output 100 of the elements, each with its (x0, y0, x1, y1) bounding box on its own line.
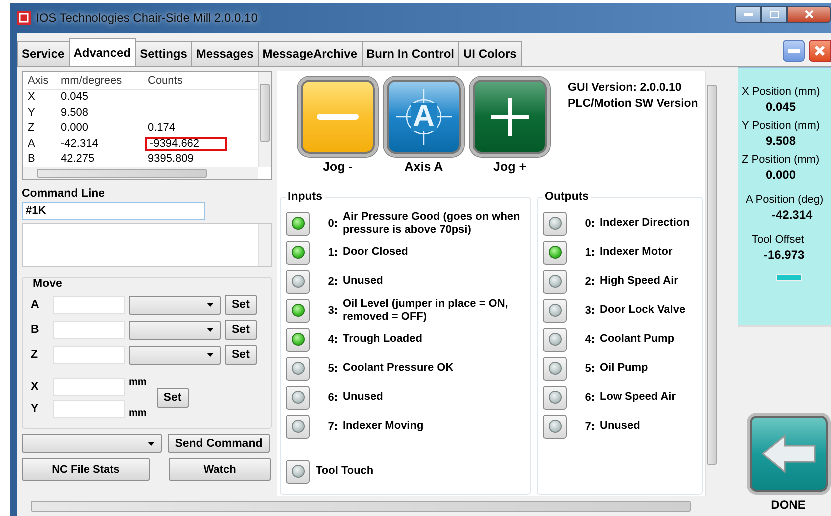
tab[interactable]: Advanced (68, 38, 136, 66)
group-title: Outputs (543, 191, 592, 203)
io-index: 3: (584, 304, 595, 316)
indicator-button[interactable] (543, 270, 567, 294)
indicator-button[interactable] (286, 356, 310, 380)
position-value: 0.000 (766, 168, 798, 182)
done-button[interactable] (746, 413, 830, 495)
io-label: Coolant Pressure OK (343, 362, 454, 375)
indicator-button[interactable] (286, 328, 310, 352)
dropdown[interactable] (129, 320, 221, 340)
io-label: Door Lock Valve (600, 304, 686, 317)
command-field[interactable]: #1K (22, 202, 205, 220)
set-button[interactable]: Set (225, 320, 257, 340)
indicator-button[interactable] (286, 386, 310, 410)
group-title: Inputs (286, 191, 324, 203)
io-label: Coolant Pump (600, 333, 675, 346)
input-field[interactable] (53, 296, 125, 314)
axis-label: B (31, 324, 40, 336)
minimize-button[interactable] (735, 6, 761, 23)
input-field[interactable] (53, 378, 125, 396)
axis-label: Y (31, 403, 40, 415)
app-icon (17, 11, 31, 25)
indicator-button[interactable] (286, 240, 310, 264)
unit-label: mm (129, 377, 147, 388)
input-field[interactable] (53, 321, 125, 339)
io-label: Door Closed (343, 246, 408, 259)
action-button[interactable]: NC File Stats (22, 458, 150, 481)
input-field[interactable] (53, 346, 125, 364)
arrow-icon (760, 434, 816, 474)
tab[interactable]: Settings (135, 41, 192, 66)
vertical-scrollbar[interactable] (258, 72, 271, 167)
io-label: Trough Loaded (343, 333, 422, 346)
maximize-button[interactable] (761, 6, 787, 23)
io-index: 2: (327, 276, 338, 288)
indicator-button[interactable] (543, 328, 567, 352)
position-value: 0.045 (766, 100, 798, 114)
axis-label: Z (31, 349, 40, 361)
tab[interactable]: Burn In Control (362, 41, 460, 66)
table-cell-text: 0.000 (60, 122, 90, 134)
position-label: A Position (deg) (746, 194, 825, 206)
io-label: Oil Level (jumper in place = ON, removed = OFF) (343, 298, 510, 324)
position-value: -16.973 (764, 248, 806, 262)
indicator-button[interactable] (286, 270, 310, 294)
jog-button[interactable]: A (384, 77, 464, 157)
table-cell-text: 9.508 (60, 106, 90, 119)
action-button[interactable]: Watch (169, 458, 271, 481)
position-value: 9.508 (766, 134, 798, 148)
field-label: Command Line (22, 188, 106, 200)
io-label: Unused (600, 420, 640, 433)
io-index: 7: (584, 420, 595, 432)
dropdown-arrow-icon (207, 303, 214, 307)
indicator-button[interactable] (543, 298, 567, 322)
tab[interactable]: UI Colors (458, 41, 522, 66)
io-label: Unused (343, 275, 384, 288)
command-dropdown[interactable] (22, 434, 162, 453)
position-label: Z Position (mm) (742, 154, 821, 166)
indicator-button[interactable] (286, 460, 310, 484)
io-label: Tool Touch (316, 465, 374, 478)
dropdown[interactable] (129, 346, 221, 364)
position-label: X Position (mm) (742, 86, 822, 98)
set-button[interactable]: Set (156, 388, 189, 408)
io-index: 1: (327, 246, 338, 258)
indicator-light (776, 274, 802, 281)
table-cell-text: 0.045 (60, 91, 90, 104)
indicator-button[interactable] (286, 212, 310, 236)
io-index: 6: (327, 392, 338, 404)
indicator-button[interactable] (543, 414, 567, 438)
jog-button[interactable] (470, 77, 550, 157)
indicator-button[interactable] (543, 356, 567, 380)
close-button[interactable] (809, 40, 831, 62)
indicator-button[interactable] (543, 240, 567, 264)
minimize-button[interactable] (783, 40, 805, 62)
indicator-button[interactable] (286, 298, 310, 322)
axis-letter: A (411, 103, 437, 131)
indicator-button[interactable] (286, 414, 310, 438)
jog-label: Jog - (323, 160, 353, 174)
io-index: 5: (327, 362, 338, 374)
dropdown[interactable] (129, 296, 221, 314)
tab[interactable]: MessageArchive (258, 41, 362, 66)
table-cell-text: B (27, 153, 36, 166)
set-button[interactable]: Set (225, 295, 257, 315)
position-value: -42.314 (772, 208, 814, 222)
send-command-button[interactable]: Send Command (168, 434, 270, 453)
tab[interactable]: Messages (191, 41, 259, 66)
axis-label: A (31, 299, 40, 311)
input-field[interactable] (53, 400, 125, 418)
plus-icon (490, 97, 530, 137)
close-icon (814, 45, 826, 57)
jog-button[interactable] (298, 77, 378, 157)
version-text: GUI Version: 2.0.0.10 (568, 81, 683, 96)
tab[interactable]: Service (17, 41, 70, 66)
io-label: High Speed Air (600, 275, 678, 288)
minus-icon (317, 114, 359, 120)
set-button[interactable]: Set (225, 345, 257, 365)
indicator-button[interactable] (543, 212, 567, 236)
jog-label: Axis A (404, 160, 444, 174)
horizontal-scrollbar[interactable] (23, 167, 258, 179)
io-index: 4: (327, 334, 338, 346)
indicator-button[interactable] (543, 386, 567, 410)
close-button[interactable] (787, 6, 831, 23)
